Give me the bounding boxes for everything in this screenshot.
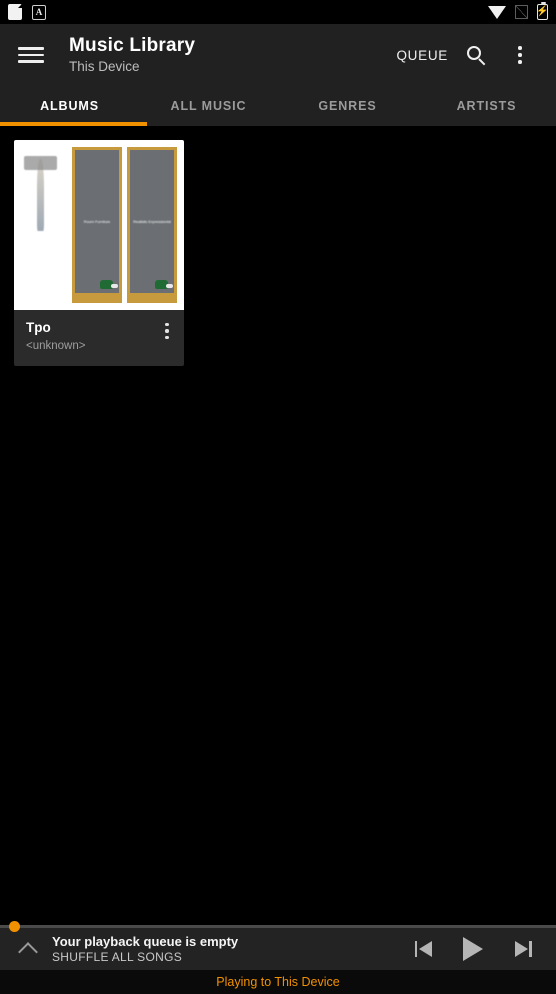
album-meta: Tpo <unknown> [14,310,184,366]
status-bar-notifications: A [8,4,46,20]
player-title: Your playback queue is empty [52,933,239,949]
battery-charging-icon: ⚡ [536,2,549,20]
now-playing-bar: Your playback queue is empty SHUFFLE ALL… [0,920,556,970]
artwork-poster-object-2 [155,280,173,289]
album-title: Tpo [26,320,51,335]
more-vert-icon [518,46,522,64]
seek-thumb[interactable] [9,920,20,932]
seek-bar[interactable] [0,920,556,932]
app-bar-titles: Music Library This Device [69,35,390,75]
no-signal-icon [515,5,528,19]
queue-button[interactable]: QUEUE [390,40,454,71]
album-overflow-button[interactable] [154,316,180,346]
app-bar-actions: QUEUE [390,33,542,77]
app-screen: A ⚡ Music Library This Device QUEUE ALBU… [0,0,556,994]
artwork-pane-photo [21,147,67,303]
a-letter-icon: A [32,4,46,20]
search-button[interactable] [454,33,498,77]
tab-artists[interactable]: ARTISTS [417,86,556,126]
player-subtitle: SHUFFLE ALL SONGS [52,949,183,964]
tab-albums[interactable]: ALBUMS [0,86,139,126]
hamburger-menu-icon[interactable] [18,43,44,67]
chevron-up-icon [18,941,38,962]
next-button[interactable] [506,932,540,966]
artwork-poster-caption-1: Room Furniture [83,219,111,224]
play-button[interactable] [456,932,490,966]
skip-previous-icon [414,941,432,957]
more-vert-icon [165,322,169,340]
artwork-poster-caption-2: Realistic Expressionist [133,219,171,224]
tab-bar: ALBUMS ALL MUSIC GENRES ARTISTS [0,86,556,126]
note-icon [8,4,22,20]
artwork-pane-poster-1: Room Furniture [72,147,122,303]
status-bar: A ⚡ [0,0,556,24]
tab-all-music[interactable]: ALL MUSIC [139,86,278,126]
artwork-pane-poster-2: Realistic Expressionist [127,147,177,303]
previous-button[interactable] [406,932,440,966]
app-bar: Music Library This Device QUEUE [0,24,556,86]
expand-player-button[interactable] [6,928,50,970]
battery-bolt-glyph: ⚡ [536,6,549,17]
transport-controls [406,932,546,966]
album-artwork: Room Furniture Realistic Expressionist [14,140,184,310]
player-text[interactable]: Your playback queue is empty SHUFFLE ALL… [52,934,406,965]
wifi-icon [488,5,506,19]
status-bar-system-icons: ⚡ [488,2,549,20]
search-icon [466,45,486,65]
overflow-menu-button[interactable] [498,33,542,77]
album-artist: <unknown> [26,340,86,352]
output-device-label: Playing to This Device [216,975,340,989]
album-grid: Room Furniture Realistic Expressionist T… [0,126,556,928]
page-title: Music Library [69,35,196,56]
tab-genres[interactable]: GENRES [278,86,417,126]
skip-next-icon [514,941,532,957]
play-icon [463,937,483,961]
album-card[interactable]: Room Furniture Realistic Expressionist T… [14,140,184,366]
page-subtitle: This Device [69,59,140,74]
artwork-poster-object-1 [100,280,118,289]
output-device-bar[interactable]: Playing to This Device [0,970,556,994]
